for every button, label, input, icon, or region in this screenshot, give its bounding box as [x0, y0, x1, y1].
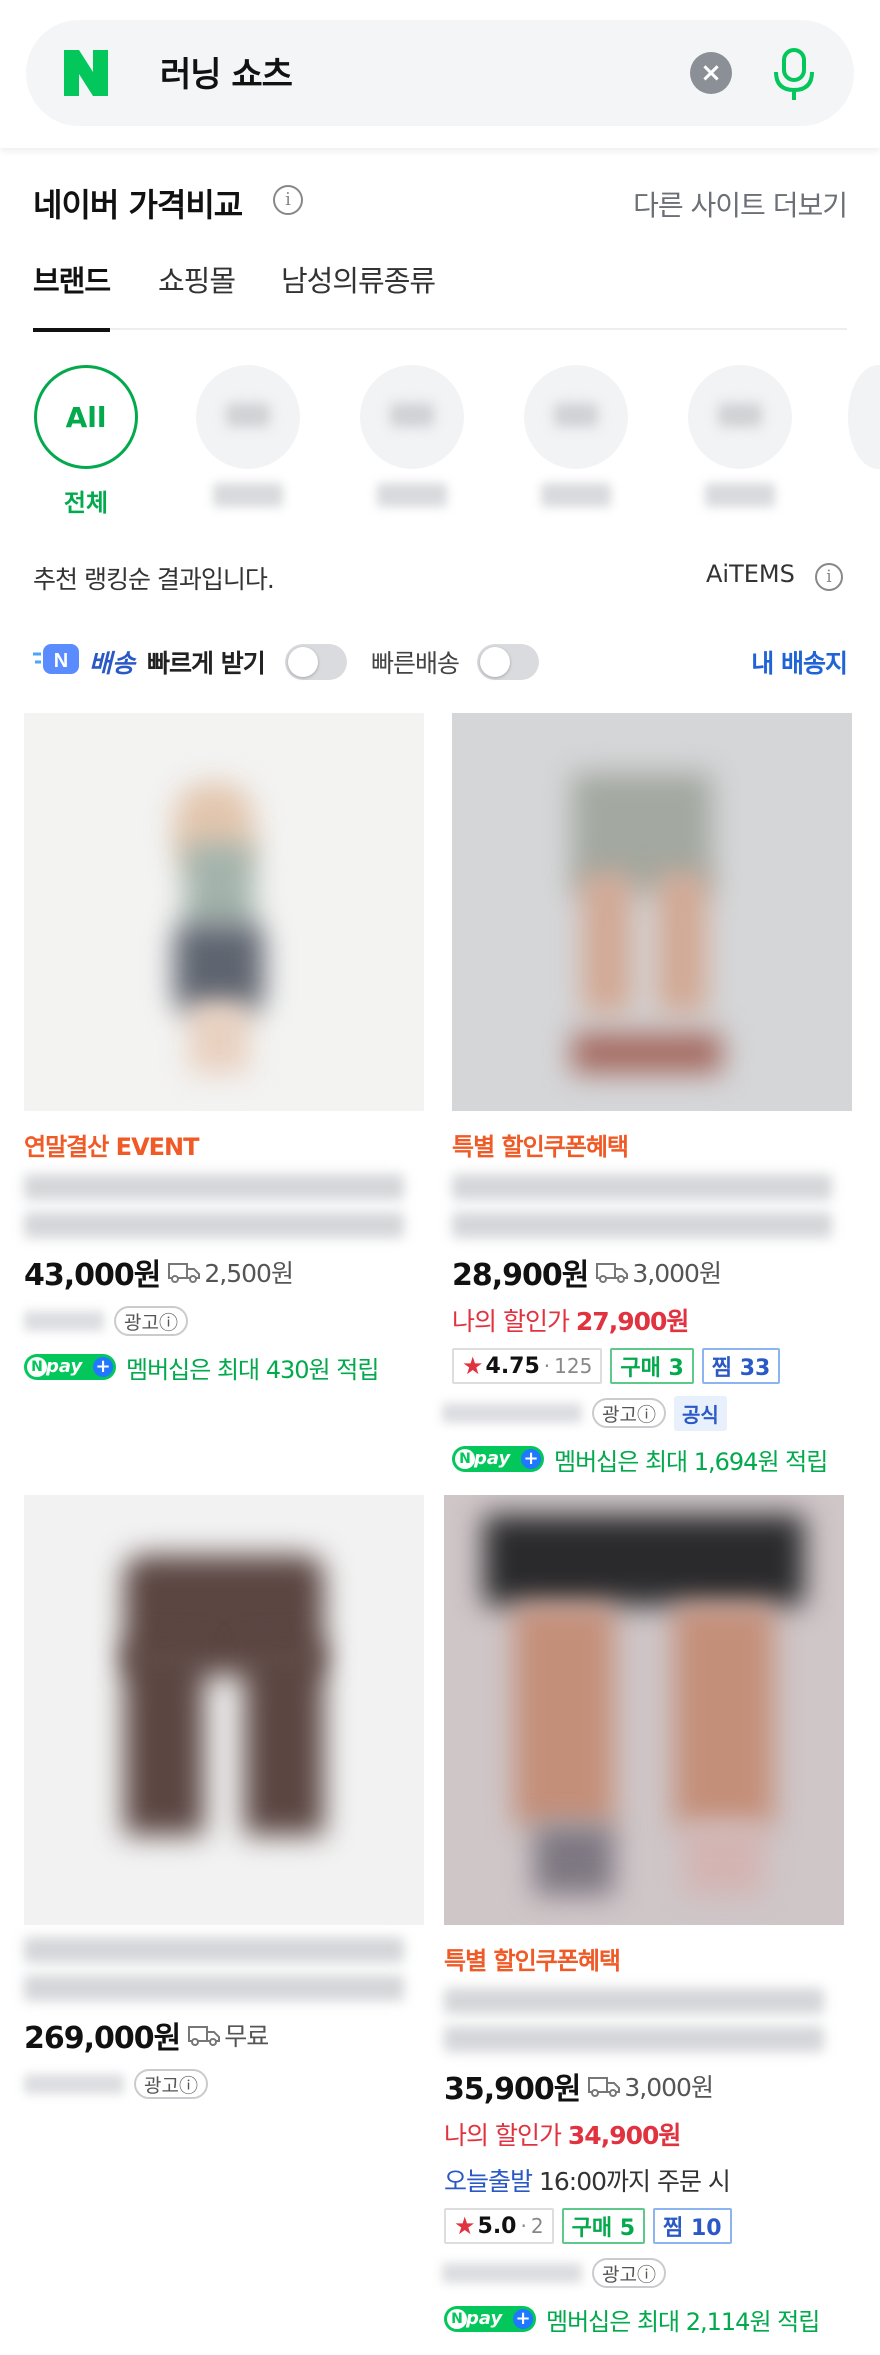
- svg-text:N: N: [54, 650, 68, 672]
- brand-logo: [360, 365, 464, 469]
- shipping-fee: 3,000원: [624, 2073, 714, 2102]
- seller-name: [24, 1311, 104, 1331]
- delivery-truck-icon: [588, 2077, 621, 2097]
- brand-item[interactable]: [685, 365, 795, 507]
- shipping-fee: 3,000원: [632, 1259, 722, 1288]
- clear-search-button[interactable]: ×: [690, 52, 732, 94]
- brand-item[interactable]: [848, 365, 880, 469]
- wishlist-count-badge: 찜 10: [653, 2208, 732, 2244]
- fast-delivery-label: 빠르게 받기: [147, 649, 266, 678]
- brand-item[interactable]: [357, 365, 467, 507]
- ranking-notice: 추천 랭킹순 결과입니다.: [33, 565, 275, 594]
- tab-mens-clothing-type[interactable]: 남성의류종류: [281, 258, 436, 330]
- ad-badge[interactable]: 광고ⓘ: [592, 2258, 666, 2288]
- shipping-fee: 무료: [224, 2022, 269, 2051]
- price: 35,900원: [444, 2072, 581, 2107]
- shipping-fee: 2,500원: [204, 1259, 294, 1288]
- brand-logo: [524, 365, 628, 469]
- purchase-count-badge: 구매 3: [610, 1348, 694, 1384]
- brand-logo: [196, 365, 300, 469]
- price: 269,000원: [24, 2021, 181, 2056]
- aitems-label: AiTEMS: [706, 560, 795, 588]
- price-row: 28,900원 3,000원: [452, 1252, 852, 1293]
- npay-membership-text: 멤버십은 최대 430원 적립: [126, 1355, 379, 1384]
- npay-plus-icon: Npay +: [444, 2306, 536, 2332]
- search-bar[interactable]: 러닝 쇼츠 ×: [26, 20, 854, 126]
- delivery-label: 배송: [89, 649, 136, 678]
- price-row: 269,000원 무료: [24, 2015, 424, 2056]
- more-sites-link[interactable]: 다른 사이트 더보기: [633, 184, 848, 224]
- section-title: 네이버 가격비교: [33, 186, 243, 224]
- price-row: 35,900원 3,000원: [444, 2066, 844, 2107]
- delivery-truck-icon: [168, 1263, 201, 1283]
- product-card[interactable]: 269,000원 무료 광고ⓘ: [24, 1495, 424, 2101]
- brand-item[interactable]: [521, 365, 631, 507]
- npay-plus-icon: Npay +: [452, 1446, 544, 1472]
- ad-badge[interactable]: 광고ⓘ: [114, 1306, 188, 1336]
- product-image[interactable]: [444, 1495, 844, 1925]
- brand-item[interactable]: [193, 365, 303, 507]
- product-card[interactable]: 특별 할인쿠폰혜택 28,900원 3,000원 나의 할인가 27,900원 …: [442, 713, 852, 1476]
- npay-plus-icon: Npay +: [24, 1354, 116, 1380]
- seller-name: [442, 2263, 582, 2283]
- tab-shopping-mall[interactable]: 쇼핑몰: [158, 258, 236, 330]
- official-badge: 공식: [673, 1395, 727, 1431]
- product-image[interactable]: [452, 713, 852, 1111]
- search-header: 러닝 쇼츠 ×: [0, 0, 880, 148]
- search-query[interactable]: 러닝 쇼츠: [160, 47, 293, 96]
- purchase-count-badge: 구매 5: [561, 2208, 646, 2244]
- microphone-icon[interactable]: [766, 44, 822, 104]
- brand-logo: [688, 365, 792, 469]
- brand-all[interactable]: All 전체: [31, 365, 141, 518]
- price: 28,900원: [452, 1258, 589, 1293]
- naver-logo-icon[interactable]: [64, 50, 108, 96]
- filter-tabs: 브랜드 쇼핑몰 남성의류종류: [33, 258, 847, 332]
- fast-delivery-toggle[interactable]: [285, 644, 347, 680]
- badge-row: ★ 5.0 · 2 구매 5 찜 10: [444, 2208, 844, 2244]
- promo-label: 연말결산 EVENT: [24, 1133, 200, 1161]
- product-image[interactable]: [24, 1495, 424, 1925]
- product-image[interactable]: [24, 713, 424, 1111]
- my-discount-price: 나의 할인가 27,900원: [452, 1307, 689, 1336]
- delivery-truck-icon: [596, 1263, 629, 1283]
- brand-logo: [848, 365, 880, 469]
- delivery-truck-icon: [188, 2026, 221, 2046]
- price: 43,000원: [24, 1258, 161, 1293]
- naver-delivery-icon: N: [33, 644, 79, 674]
- my-discount-price: 나의 할인가 34,900원: [444, 2121, 681, 2150]
- brand-all-circle: All: [34, 365, 138, 469]
- star-icon: ★: [462, 1352, 484, 1380]
- seller-name: [442, 1403, 582, 1423]
- quick-shipping-label: 빠른배송: [371, 649, 460, 678]
- price-row: 43,000원 2,500원: [24, 1252, 424, 1293]
- brand-all-label: 전체: [63, 489, 109, 517]
- quick-shipping-toggle[interactable]: [477, 644, 539, 680]
- today-dispatch: 오늘출발 16:00까지 주문 시: [444, 2167, 731, 2196]
- product-card[interactable]: 특별 할인쿠폰혜택 35,900원 3,000원 나의 할인가 34,900원 …: [442, 1495, 844, 2336]
- star-icon: ★: [454, 2212, 476, 2240]
- rating-badge: ★ 4.75 · 125: [452, 1348, 603, 1384]
- close-icon: ×: [700, 58, 722, 88]
- ad-badge[interactable]: 광고ⓘ: [592, 1398, 666, 1428]
- rating-badge: ★ 5.0 · 2: [444, 2208, 554, 2244]
- promo-label: 특별 할인쿠폰혜택: [444, 1947, 621, 1975]
- seller-name: [24, 2074, 124, 2094]
- npay-membership-text: 멤버십은 최대 2,114원 적립: [546, 2307, 820, 2336]
- product-card[interactable]: 연말결산 EVENT 43,000원 2,500원 광고ⓘ Npay + 멤버십은…: [24, 713, 424, 1384]
- my-address-link[interactable]: 내 배송지: [751, 644, 848, 680]
- info-icon[interactable]: i: [273, 185, 303, 215]
- tab-brand[interactable]: 브랜드: [33, 258, 111, 332]
- delivery-filter-row: N 배송 빠르게 받기 빠른배송 내 배송지: [33, 638, 848, 682]
- npay-membership-text: 멤버십은 최대 1,694원 적립: [554, 1447, 828, 1476]
- aitems-info-icon[interactable]: i: [815, 563, 843, 591]
- ad-badge[interactable]: 광고ⓘ: [134, 2069, 208, 2099]
- badge-row: ★ 4.75 · 125 구매 3 찜 33: [452, 1348, 852, 1384]
- wishlist-count-badge: 찜 33: [701, 1348, 781, 1384]
- promo-label: 특별 할인쿠폰혜택: [452, 1133, 629, 1161]
